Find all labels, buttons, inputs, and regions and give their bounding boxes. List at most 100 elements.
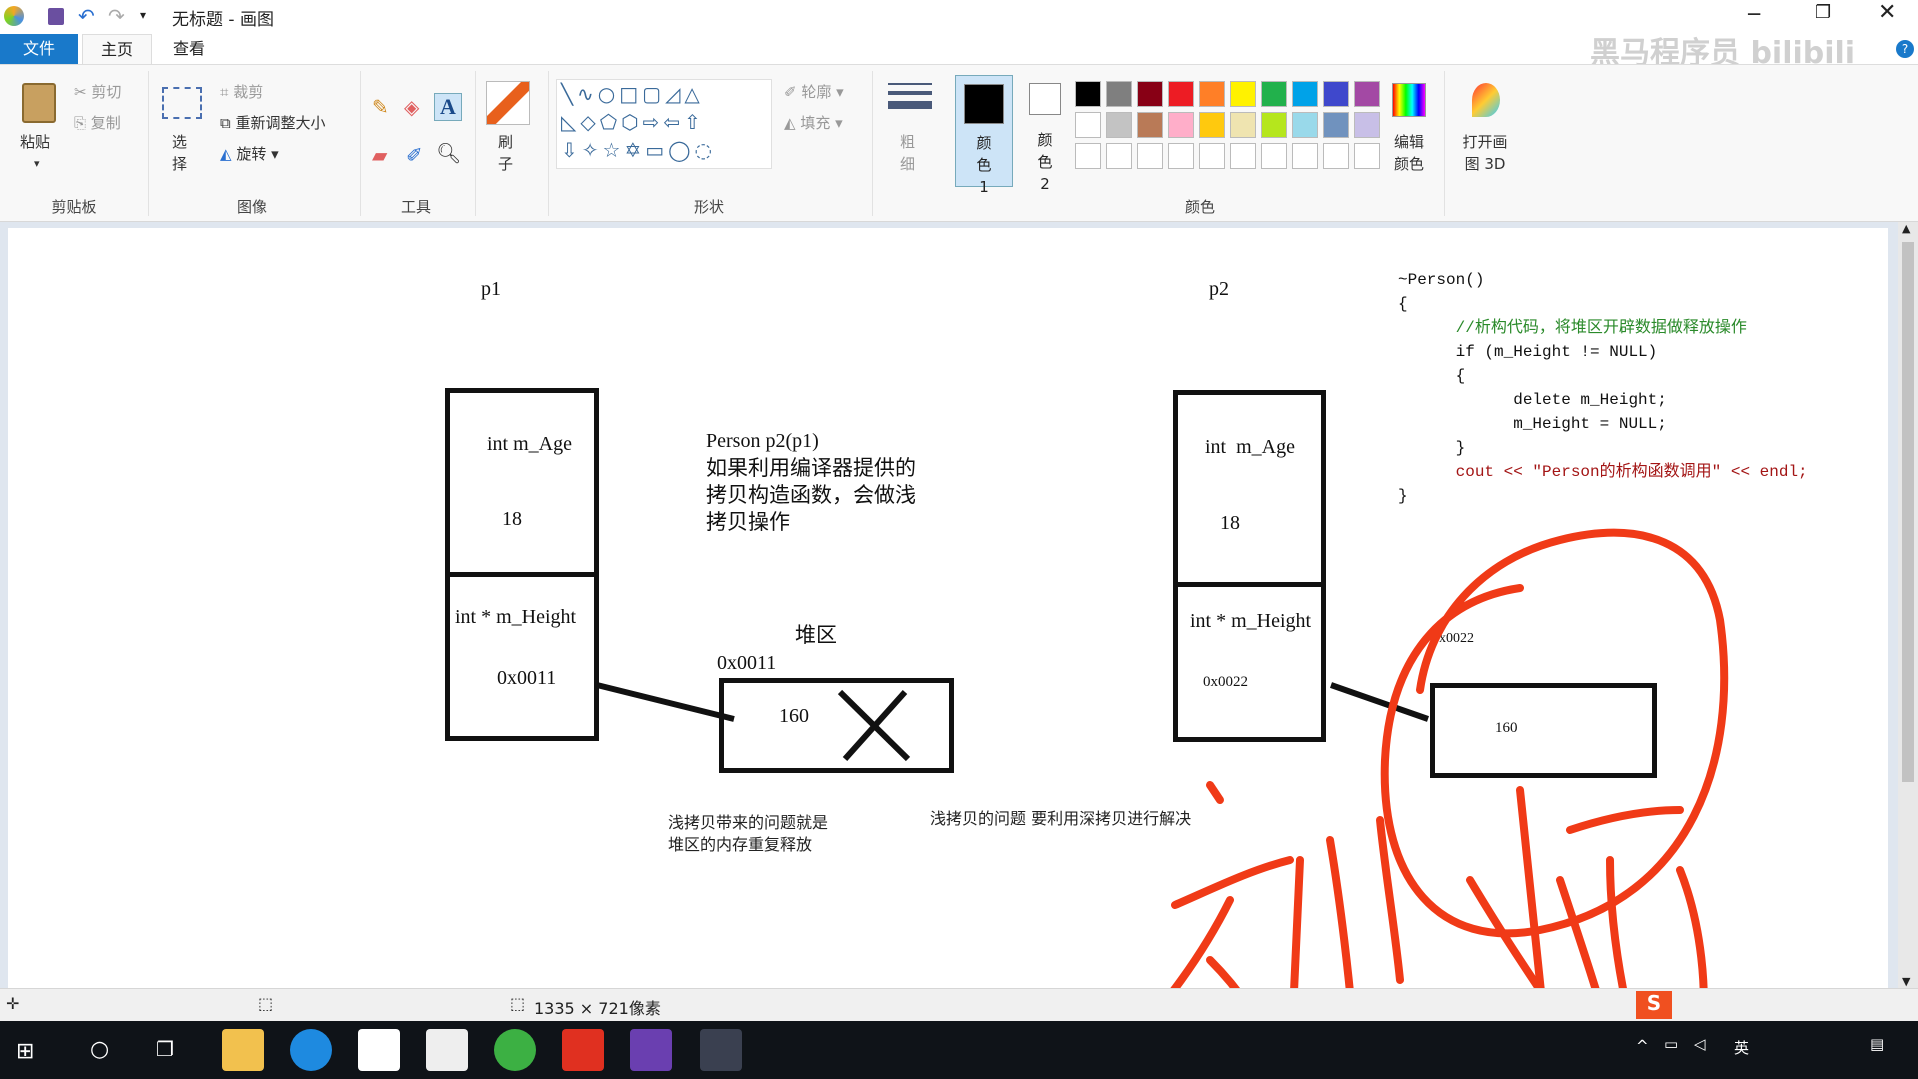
- color-swatch[interactable]: [1354, 143, 1380, 169]
- copy-label: 复制: [90, 114, 121, 132]
- file-explorer-icon[interactable]: [222, 1029, 264, 1071]
- drawing-canvas[interactable]: [8, 228, 1888, 988]
- paint3d-icon[interactable]: [1472, 83, 1500, 117]
- tray-chevron-icon[interactable]: ^: [1636, 1037, 1649, 1055]
- color-swatch[interactable]: [1199, 112, 1225, 138]
- baidu-netdisk-icon[interactable]: [358, 1029, 400, 1071]
- color-swatch[interactable]: [1323, 112, 1349, 138]
- select-button[interactable]: 选择: [172, 131, 192, 175]
- brush-icon[interactable]: [486, 81, 530, 125]
- crop-button[interactable]: ⌗ 裁剪: [220, 81, 263, 102]
- shapes-gallery[interactable]: ╲∿○□▢◿△ ◺◇⬠⬡⇨⇦⇧ ⇩✧☆✡▭◯◌: [556, 79, 772, 169]
- green-app-icon[interactable]: [494, 1029, 536, 1071]
- fill-button[interactable]: ◭ 填充 ▾: [784, 112, 843, 133]
- color-swatch[interactable]: [1075, 143, 1101, 169]
- color-swatch[interactable]: [1261, 81, 1287, 107]
- outline-button[interactable]: ✐ 轮廓 ▾: [784, 81, 844, 102]
- window-title: 无标题 - 画图: [172, 10, 274, 30]
- color-swatch[interactable]: [1354, 112, 1380, 138]
- color-swatch[interactable]: [1075, 112, 1101, 138]
- color-swatch[interactable]: [1168, 143, 1194, 169]
- color1-button[interactable]: 颜色 1: [955, 75, 1013, 196]
- tab-home[interactable]: 主页: [82, 34, 153, 64]
- color-swatch[interactable]: [1137, 112, 1163, 138]
- color-swatch[interactable]: [1168, 112, 1194, 138]
- magnifier-icon[interactable]: 🔍︎: [436, 141, 461, 165]
- help-icon[interactable]: ?: [1896, 40, 1914, 58]
- color-swatch[interactable]: [1168, 81, 1194, 107]
- ribbon-home: 粘贴 ▾ ✂ 剪切 ⎘ 复制 剪贴板 选择 ⌗ 裁剪 ⧉ 重新调整大小 ◭ 旋转…: [0, 64, 1918, 222]
- tab-file[interactable]: 文件: [0, 34, 78, 64]
- size-button[interactable]: 粗细: [900, 131, 920, 175]
- text-tool-icon[interactable]: A: [434, 93, 462, 121]
- edit-colors-icon[interactable]: [1392, 83, 1426, 117]
- color-swatch[interactable]: [1137, 143, 1163, 169]
- redo-icon[interactable]: ↷: [108, 4, 125, 28]
- eraser-icon[interactable]: ▰: [372, 143, 387, 167]
- color-swatch[interactable]: [1075, 81, 1101, 107]
- color1-swatch: [964, 84, 1004, 124]
- rotate-label: 旋转: [236, 145, 267, 163]
- tray-language[interactable]: 英: [1734, 1037, 1749, 1058]
- paint-app-icon[interactable]: [4, 6, 24, 26]
- color-swatch[interactable]: [1354, 81, 1380, 107]
- color-swatch[interactable]: [1323, 81, 1349, 107]
- crop-label: 裁剪: [233, 83, 264, 101]
- close-button[interactable]: ✕: [1878, 0, 1896, 25]
- color-swatch[interactable]: [1106, 81, 1132, 107]
- paste-dropdown-icon[interactable]: ▾: [34, 157, 40, 170]
- color-picker-icon[interactable]: ✐: [406, 143, 423, 167]
- color-swatch[interactable]: [1261, 112, 1287, 138]
- paint-taskbar-icon[interactable]: [700, 1029, 742, 1071]
- color2-button[interactable]: 颜色 2: [1016, 75, 1074, 193]
- color-swatch[interactable]: [1292, 143, 1318, 169]
- status-bar: ✛ ⬚ ⬚ 1335 × 721像素 S: [0, 988, 1918, 1021]
- save-icon[interactable]: [48, 8, 64, 25]
- edge-icon[interactable]: [290, 1029, 332, 1071]
- color-swatch[interactable]: [1323, 143, 1349, 169]
- color-swatch[interactable]: [1199, 143, 1225, 169]
- color-swatch[interactable]: [1230, 143, 1256, 169]
- color2-swatch: [1029, 83, 1061, 115]
- cut-button[interactable]: ✂ 剪切: [74, 81, 121, 102]
- select-icon[interactable]: [162, 87, 202, 119]
- color-swatch[interactable]: [1199, 81, 1225, 107]
- undo-icon[interactable]: ↶: [78, 4, 95, 28]
- color-swatch[interactable]: [1106, 143, 1132, 169]
- paint3d-button[interactable]: 打开画图 3D: [1458, 131, 1512, 175]
- quick-access-dropdown-icon[interactable]: ▾: [140, 8, 146, 22]
- start-button[interactable]: ⊞: [16, 1039, 34, 1064]
- edit-colors-button[interactable]: 编辑颜色: [1394, 131, 1430, 175]
- fill-bucket-icon[interactable]: ◈: [404, 95, 419, 119]
- minimize-button[interactable]: ─: [1748, 2, 1760, 26]
- color-swatch[interactable]: [1137, 81, 1163, 107]
- paste-icon[interactable]: [22, 83, 56, 123]
- tray-network-icon[interactable]: ▭: [1664, 1035, 1678, 1053]
- color-swatch[interactable]: [1292, 81, 1318, 107]
- color-swatch[interactable]: [1230, 81, 1256, 107]
- task-view-icon[interactable]: ❐: [156, 1037, 174, 1061]
- brush-button[interactable]: 刷子: [498, 131, 518, 175]
- copy-button[interactable]: ⎘ 复制: [74, 112, 121, 133]
- resize-button[interactable]: ⧉ 重新调整大小: [220, 112, 326, 133]
- visual-studio-icon[interactable]: [630, 1029, 672, 1071]
- color-swatch[interactable]: [1292, 112, 1318, 138]
- rotate-button[interactable]: ◭ 旋转 ▾: [220, 143, 279, 164]
- paste-button[interactable]: 粘贴: [20, 131, 50, 152]
- tab-view[interactable]: 查看: [155, 34, 223, 64]
- tray-notification-icon[interactable]: ▤: [1870, 1035, 1884, 1053]
- tray-volume-icon[interactable]: ◁: [1694, 1035, 1706, 1053]
- vertical-scrollbar[interactable]: ▲ ▼: [1898, 222, 1918, 988]
- color-swatch[interactable]: [1261, 143, 1287, 169]
- pencil-icon[interactable]: ✎: [372, 95, 389, 119]
- xmind-icon[interactable]: [562, 1029, 604, 1071]
- color-swatch[interactable]: [1106, 112, 1132, 138]
- typora-icon[interactable]: [426, 1029, 468, 1071]
- size-icon[interactable]: [888, 83, 932, 109]
- color-swatch[interactable]: [1230, 112, 1256, 138]
- search-icon[interactable]: ○: [90, 1037, 109, 1062]
- group-image-label: 图像: [236, 198, 267, 216]
- group-clipboard-label: 剪贴板: [51, 198, 97, 216]
- ime-toolbar[interactable]: S: [1636, 991, 1672, 1019]
- restore-button[interactable]: ❐: [1815, 2, 1831, 23]
